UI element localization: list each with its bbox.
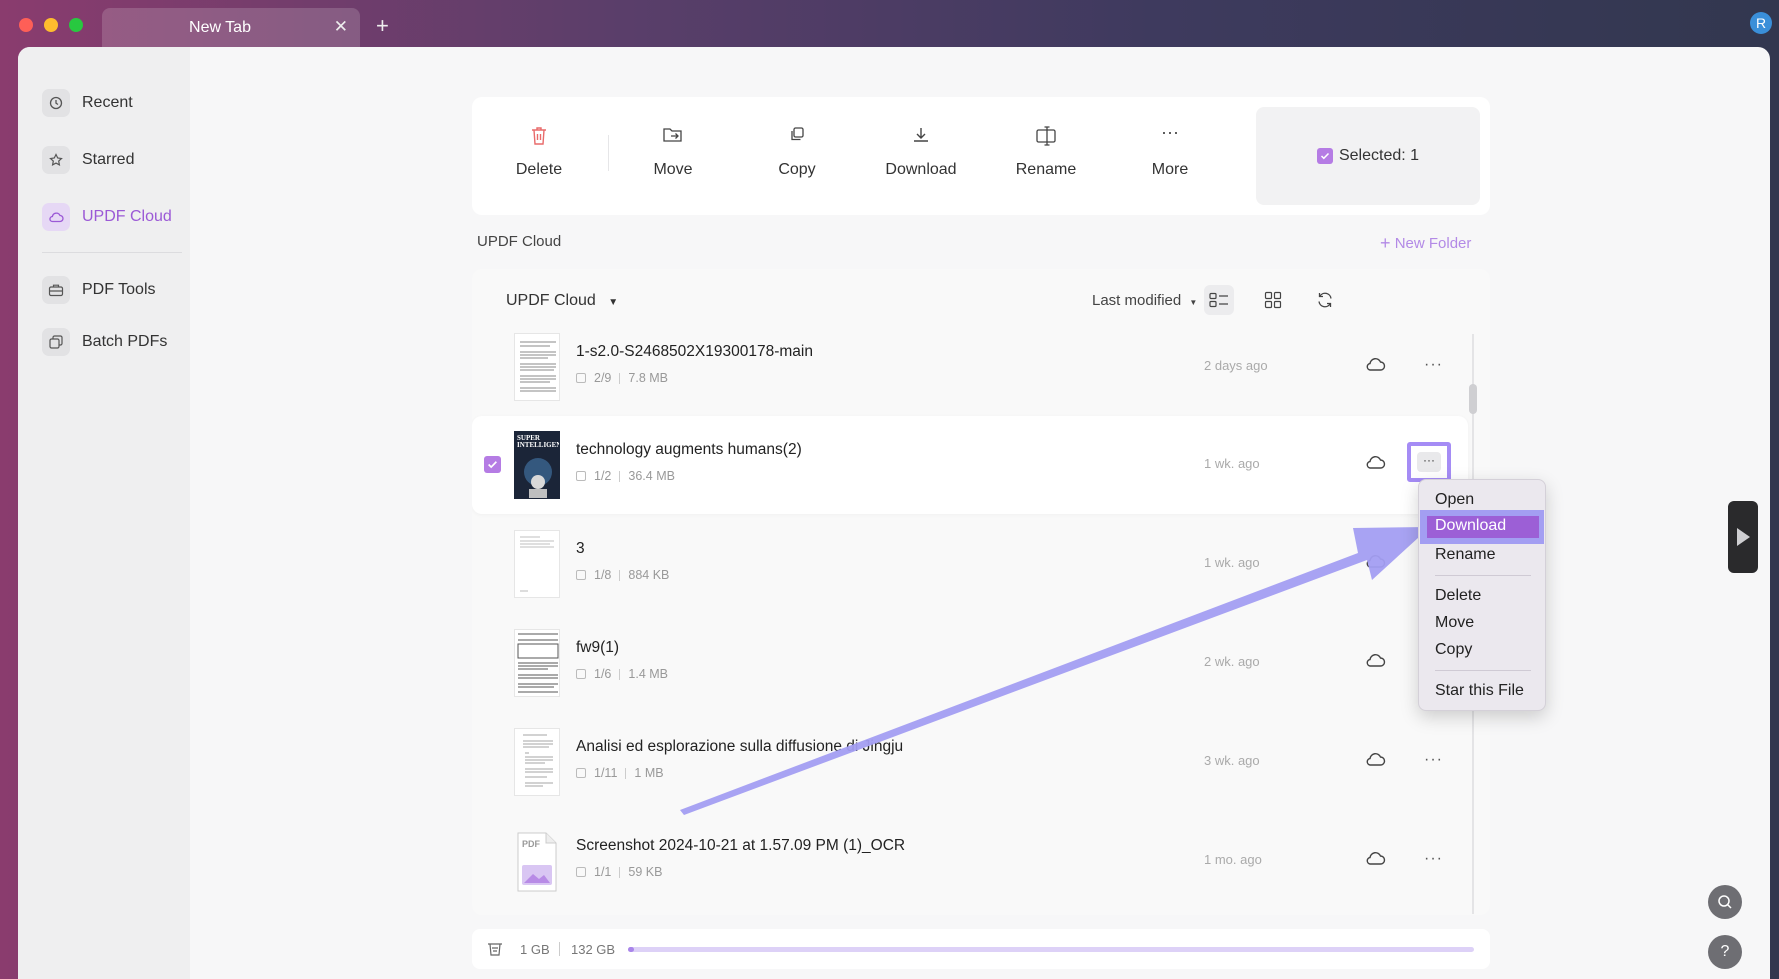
menu-item-download[interactable]: Download bbox=[1435, 517, 1506, 535]
context-menu: Open Download Rename Delete Move Copy St… bbox=[1418, 479, 1546, 711]
menu-item-delete[interactable]: Delete bbox=[1435, 587, 1481, 605]
menu-item-copy[interactable]: Copy bbox=[1435, 641, 1472, 659]
menu-item-rename[interactable]: Rename bbox=[1435, 546, 1495, 564]
menu-item-star-this-file[interactable]: Star this File bbox=[1435, 682, 1524, 700]
menu-divider bbox=[1435, 575, 1531, 576]
menu-item-move[interactable]: Move bbox=[1435, 614, 1474, 632]
menu-item-open[interactable]: Open bbox=[1435, 491, 1474, 509]
menu-divider bbox=[1435, 670, 1531, 671]
